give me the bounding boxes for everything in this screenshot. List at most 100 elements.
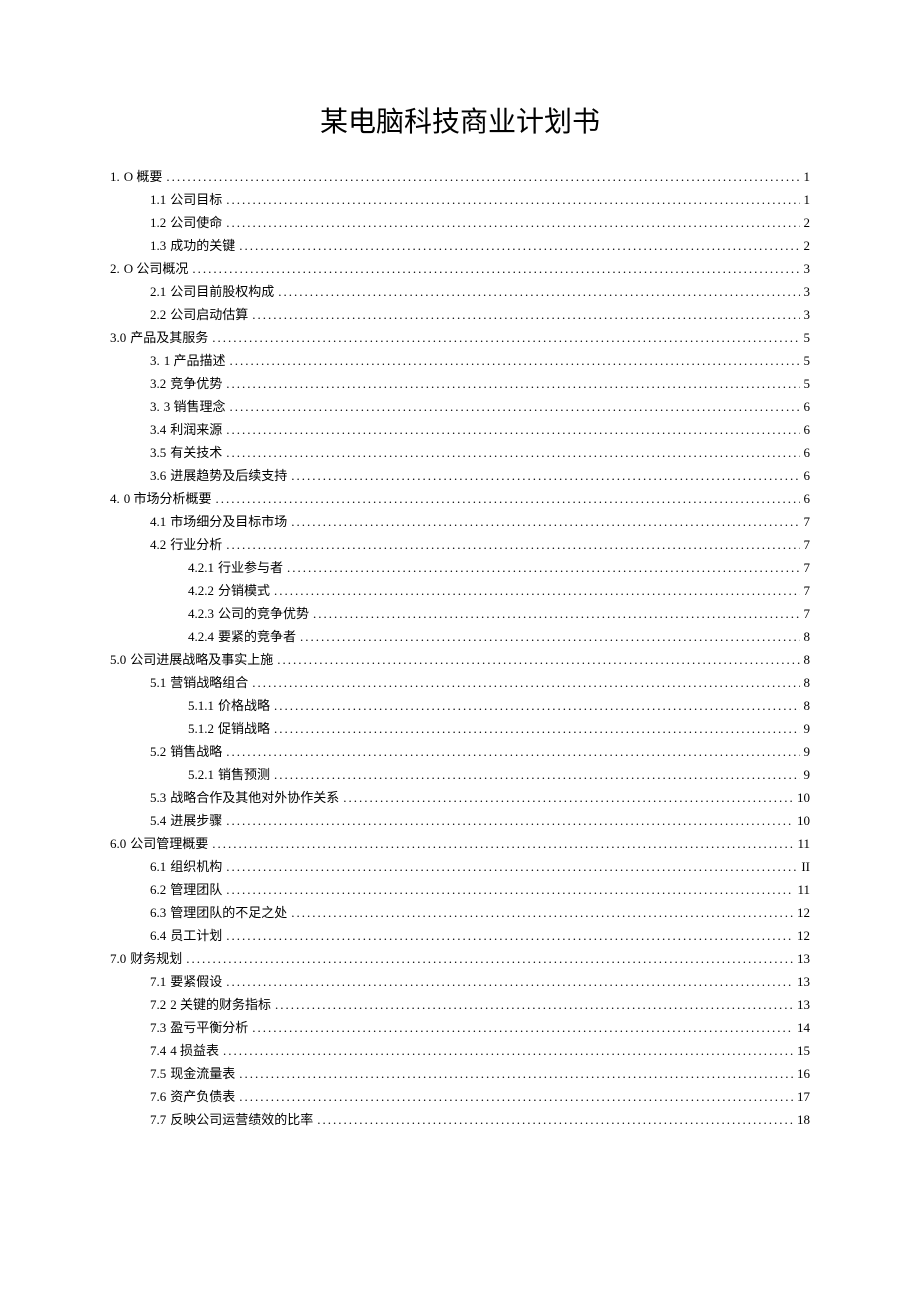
toc-label: O 公司概况: [124, 262, 189, 275]
toc-label: 公司管理概要: [130, 837, 208, 850]
toc-entry: 5.0公司进展战略及事实上施8: [110, 653, 810, 666]
toc-label: 竞争优势: [170, 377, 222, 390]
toc-entry: 4.2行业分析7: [110, 538, 810, 551]
toc-leader-dots: [291, 906, 793, 919]
toc-entry: 5.2.1销售预测9: [110, 768, 810, 781]
toc-leader-dots: [252, 676, 799, 689]
toc-number: 4.2.1: [188, 561, 214, 574]
toc-leader-dots: [239, 1067, 793, 1080]
toc-number: 5.1: [150, 676, 166, 689]
toc-number: 4.2.2: [188, 584, 214, 597]
toc-page-number: 8: [804, 653, 811, 666]
document-title: 某电脑科技商业计划书: [110, 100, 810, 140]
toc-leader-dots: [252, 308, 799, 321]
toc-entry: 5.1.2促销战略9: [110, 722, 810, 735]
toc-leader-dots: [166, 170, 799, 183]
toc-entry: 6.0公司管理概要11: [110, 837, 810, 850]
toc-label: 公司使命: [170, 216, 222, 229]
toc-leader-dots: [252, 1021, 793, 1034]
toc-label: 管理团队的不足之处: [170, 906, 287, 919]
toc-leader-dots: [239, 239, 799, 252]
toc-entry: 7.4 4 损益表 15: [110, 1044, 810, 1057]
toc-label: 公司启动估算: [170, 308, 248, 321]
toc-page-number: 6: [804, 469, 811, 482]
toc-label: 有关技术: [170, 446, 222, 459]
toc-number: 2.2: [150, 308, 166, 321]
toc-number: 6.3: [150, 906, 166, 919]
toc-leader-dots: [226, 883, 793, 896]
toc-leader-dots: [274, 722, 799, 735]
toc-page-number: 7: [804, 515, 811, 528]
toc-page-number: 15: [797, 1044, 810, 1057]
toc-label: 行业参与者: [218, 561, 283, 574]
toc-leader-dots: [226, 975, 793, 988]
toc-entry: 3.1 产品描述5: [110, 354, 810, 367]
toc-entry: 3.6进展趋势及后续支持6: [110, 469, 810, 482]
toc-leader-dots: [226, 814, 793, 827]
toc-page-number: 5: [804, 377, 811, 390]
toc-number: 7.2: [150, 998, 166, 1011]
toc-number: 7.3: [150, 1021, 166, 1034]
toc-number: 4.: [110, 492, 120, 505]
toc-page-number: 10: [797, 814, 810, 827]
toc-number: 1.3: [150, 239, 166, 252]
toc-number: 4.2.3: [188, 607, 214, 620]
toc-number: 5.2.1: [188, 768, 214, 781]
toc-entry: 6.4员工计划12: [110, 929, 810, 942]
toc-page-number: 8: [804, 676, 811, 689]
toc-leader-dots: [230, 400, 800, 413]
toc-number: 4.1: [150, 515, 166, 528]
toc-number: 4.2: [150, 538, 166, 551]
toc-entry: 1.2公司使命2: [110, 216, 810, 229]
toc-leader-dots: [274, 768, 799, 781]
toc-leader-dots: [192, 262, 799, 275]
toc-page-number: 9: [804, 722, 811, 735]
toc-label: 4 损益表: [170, 1044, 219, 1057]
toc-entry: 7.7反映公司运营绩效的比率18: [110, 1113, 810, 1126]
toc-entry: 4.0 市场分析概要6: [110, 492, 810, 505]
toc-entry: 1.O 概要1: [110, 170, 810, 183]
toc-number: 1.: [110, 170, 120, 183]
toc-leader-dots: [278, 285, 799, 298]
toc-label: 组织机构: [170, 860, 222, 873]
toc-page-number: 7: [804, 561, 811, 574]
toc-leader-dots: [317, 1113, 793, 1126]
toc-number: 5.3: [150, 791, 166, 804]
toc-label: 反映公司运营绩效的比率: [170, 1113, 313, 1126]
toc-page-number: 6: [804, 423, 811, 436]
toc-number: 7.1: [150, 975, 166, 988]
toc-page-number: 7: [804, 584, 811, 597]
toc-page-number: 9: [804, 745, 811, 758]
toc-entry: 4.1市场细分及目标市场7: [110, 515, 810, 528]
toc-label: 盈亏平衡分析: [170, 1021, 248, 1034]
toc-leader-dots: [186, 952, 793, 965]
toc-entry: 3.0产品及其服务5: [110, 331, 810, 344]
toc-label: 促销战略: [218, 722, 270, 735]
toc-number: 7.5: [150, 1067, 166, 1080]
toc-page-number: 2: [804, 216, 811, 229]
toc-entry: 6.1组织机构II: [110, 860, 810, 873]
toc-page-number: 8: [804, 699, 811, 712]
toc-number: 6.2: [150, 883, 166, 896]
toc-leader-dots: [287, 561, 799, 574]
toc-label: 公司目标: [170, 193, 222, 206]
toc-leader-dots: [230, 354, 800, 367]
toc-page-number: 3: [804, 262, 811, 275]
toc-leader-dots: [226, 446, 799, 459]
toc-label: 利润来源: [170, 423, 222, 436]
toc-label: O 概要: [124, 170, 163, 183]
toc-entry: 2. O 公司概况 3: [110, 262, 810, 275]
toc-entry: 4.2.2分销模式7: [110, 584, 810, 597]
toc-page-number: 12: [797, 906, 810, 919]
toc-number: 3.2: [150, 377, 166, 390]
toc-entry: 4.2.1 行业参与者 7: [110, 561, 810, 574]
toc-leader-dots: [343, 791, 793, 804]
toc-label: 战略合作及其他对外协作关系: [170, 791, 339, 804]
toc-number: 7.4: [150, 1044, 166, 1057]
toc-leader-dots: [277, 653, 799, 666]
toc-number: 1.1: [150, 193, 166, 206]
toc-leader-dots: [313, 607, 799, 620]
toc-number: 2.: [110, 262, 120, 275]
toc-label: 管理团队: [170, 883, 222, 896]
toc-number: 3.6: [150, 469, 166, 482]
